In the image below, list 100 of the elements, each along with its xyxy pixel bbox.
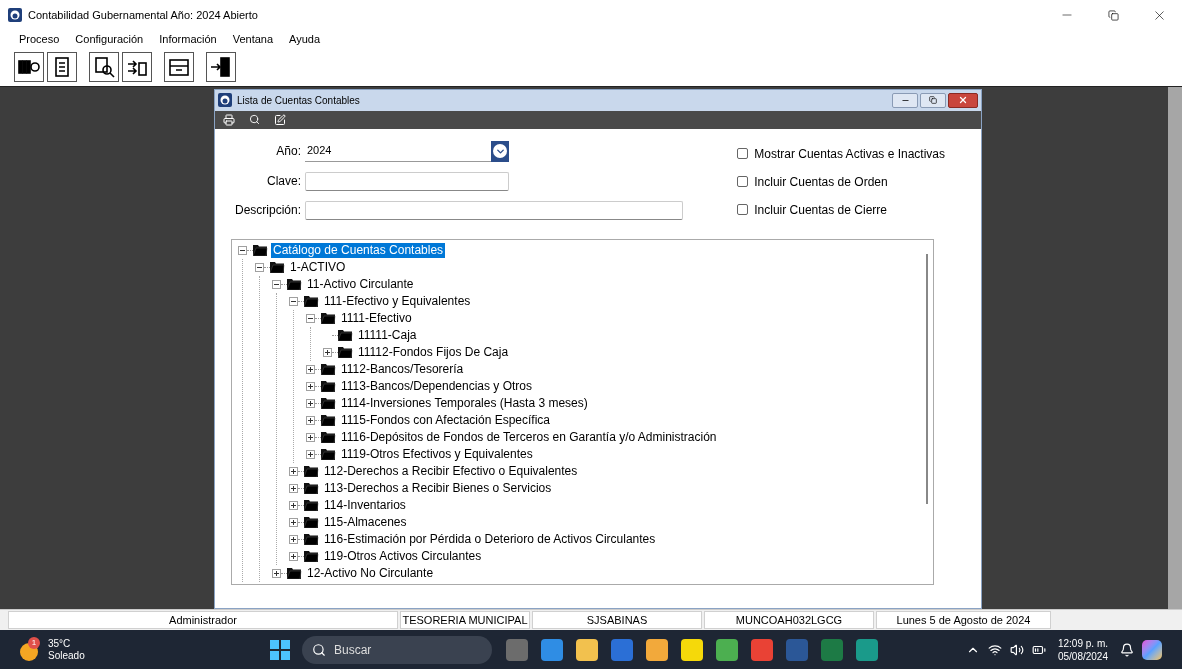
taskbar-app-icon[interactable] xyxy=(716,638,738,661)
tree-item[interactable]: 1112-Bancos/Tesorería xyxy=(339,361,466,377)
tree-item[interactable]: 12-Activo No Circulante xyxy=(305,565,436,581)
folder-icon xyxy=(287,567,302,579)
tree-item[interactable]: Catálogo de Cuentas Contables xyxy=(271,242,446,258)
clock-time[interactable]: 12:09 p. m. xyxy=(1057,636,1108,650)
collapse-toggle[interactable] xyxy=(238,245,247,255)
exit-door-icon[interactable] xyxy=(206,51,236,82)
tree-item[interactable]: 11112-Fondos Fijos De Caja xyxy=(356,344,511,360)
folder-icon xyxy=(253,244,268,256)
tree-item[interactable]: 1115-Fondos con Afectación Específica xyxy=(339,412,552,428)
expand-toggle[interactable] xyxy=(289,534,298,544)
tree-item[interactable]: 111-Efectivo y Equivalentes xyxy=(322,293,473,309)
search-field[interactable]: Buscar xyxy=(302,635,492,664)
taskbar-app-icon[interactable] xyxy=(646,638,668,661)
folder-icon xyxy=(321,414,336,426)
wifi-icon[interactable] xyxy=(987,642,1002,657)
menu-item[interactable]: Ventana xyxy=(232,30,274,48)
menu-item[interactable]: Proceso xyxy=(19,30,60,48)
tree-item[interactable]: 1119-Otros Efectivos y Equivalentes xyxy=(339,446,535,462)
expand-toggle[interactable] xyxy=(289,466,298,476)
expand-toggle[interactable] xyxy=(289,500,298,510)
expand-toggle[interactable] xyxy=(306,449,315,459)
folder-icon xyxy=(287,278,302,290)
tree-item[interactable]: 115-Almacenes xyxy=(322,514,409,530)
tree-item[interactable]: 113-Derechos a Recibir Bienes o Servicios xyxy=(322,480,554,496)
start-icon[interactable] xyxy=(270,639,290,660)
child-window-title: Lista de Cuentas Contables xyxy=(237,93,360,108)
input-field[interactable] xyxy=(305,200,683,220)
expand-toggle[interactable] xyxy=(289,483,298,493)
scrollbar-thumb[interactable] xyxy=(926,253,928,504)
volume-icon[interactable] xyxy=(1009,642,1024,657)
collapse-toggle[interactable] xyxy=(306,313,315,323)
scrollbar-track[interactable] xyxy=(1168,86,1182,609)
field-label: Año: xyxy=(275,143,301,160)
expand-toggle[interactable] xyxy=(323,347,332,357)
restore-button[interactable] xyxy=(920,92,946,108)
collapse-toggle[interactable] xyxy=(289,296,298,306)
expand-toggle[interactable] xyxy=(289,517,298,527)
folder-icon xyxy=(270,261,285,273)
taskbar-app-icon[interactable] xyxy=(856,638,878,661)
tree-item[interactable]: 1114-Inversiones Temporales (Hasta 3 meses) xyxy=(339,395,590,411)
folder-icon xyxy=(321,431,336,443)
folder-icon xyxy=(304,465,319,477)
document-search-icon[interactable] xyxy=(89,51,119,82)
checkbox[interactable] xyxy=(737,204,749,215)
folder-icon xyxy=(338,346,353,358)
tree-item[interactable]: 11-Activo Circulante xyxy=(305,276,416,292)
document-icon[interactable] xyxy=(47,51,77,82)
checkbox[interactable] xyxy=(737,148,749,159)
taskbar-app-icon[interactable] xyxy=(576,638,598,661)
archive-drawer-icon[interactable] xyxy=(164,51,194,82)
tree-item[interactable]: 1116-Depósitos de Fondos de Terceros en Garantía y/o Administración xyxy=(339,429,719,445)
close-button[interactable] xyxy=(948,92,978,108)
folder-icon xyxy=(304,550,319,562)
field-label: Clave: xyxy=(266,173,301,190)
ledger-money-icon[interactable] xyxy=(14,51,44,82)
folder-icon xyxy=(321,380,336,392)
tree-item[interactable]: 1-ACTIVO xyxy=(288,259,348,275)
folder-icon xyxy=(321,448,336,460)
expand-toggle[interactable] xyxy=(272,568,281,578)
transfer-icon[interactable] xyxy=(122,51,152,82)
tree-item[interactable]: 1111-Efectivo xyxy=(339,310,414,326)
collapse-toggle[interactable] xyxy=(255,262,264,272)
checkbox[interactable] xyxy=(737,176,749,187)
search-icon[interactable] xyxy=(249,114,260,125)
expand-toggle[interactable] xyxy=(306,398,315,408)
taskbar-app-icon[interactable] xyxy=(541,638,563,661)
notification-bell-icon[interactable] xyxy=(1120,642,1134,657)
status-field: Lunes 5 de Agosto de 2024 xyxy=(876,610,1051,629)
dropdown-button[interactable] xyxy=(491,140,509,162)
status-field: MUNCOAH032LGCG xyxy=(704,610,874,629)
print-icon[interactable] xyxy=(223,113,235,126)
tree-item[interactable]: 119-Otros Activos Circulantes xyxy=(322,548,484,564)
edit-icon[interactable] xyxy=(274,113,286,126)
status-field: Administrador xyxy=(8,610,398,629)
tree-item[interactable]: 114-Inventarios xyxy=(322,497,408,513)
expand-toggle[interactable] xyxy=(306,381,315,391)
tree-item[interactable]: 11111-Caja xyxy=(356,327,419,343)
search-placeholder: Buscar xyxy=(334,641,372,659)
expand-toggle[interactable] xyxy=(306,364,315,374)
year-dropdown[interactable]: 2024 xyxy=(305,140,491,162)
folder-icon xyxy=(338,329,353,341)
taskbar-app-icon[interactable] xyxy=(681,638,703,661)
notification-badge: 1 xyxy=(28,636,40,649)
tree-item[interactable]: 1113-Bancos/Dependencias y Otros xyxy=(339,378,534,394)
folder-icon xyxy=(321,397,336,409)
expand-toggle[interactable] xyxy=(306,432,315,442)
menu-item[interactable]: Configuración xyxy=(75,30,144,48)
collapse-toggle[interactable] xyxy=(272,279,281,289)
expand-toggle[interactable] xyxy=(306,415,315,425)
folder-icon xyxy=(304,516,319,528)
menu-item[interactable]: Ayuda xyxy=(289,30,321,48)
expand-toggle[interactable] xyxy=(289,551,298,561)
tree-item[interactable]: 116-Estimación por Pérdida o Deterioro de Activos Circulantes xyxy=(322,531,658,547)
tree-item[interactable]: 112-Derechos a Recibir Efectivo o Equivalentes xyxy=(322,463,580,479)
menu-item[interactable]: Información xyxy=(159,30,217,48)
restore-icon xyxy=(1107,9,1119,21)
input-field[interactable] xyxy=(305,171,509,191)
clock-date[interactable]: 05/08/2024 xyxy=(1057,649,1108,663)
